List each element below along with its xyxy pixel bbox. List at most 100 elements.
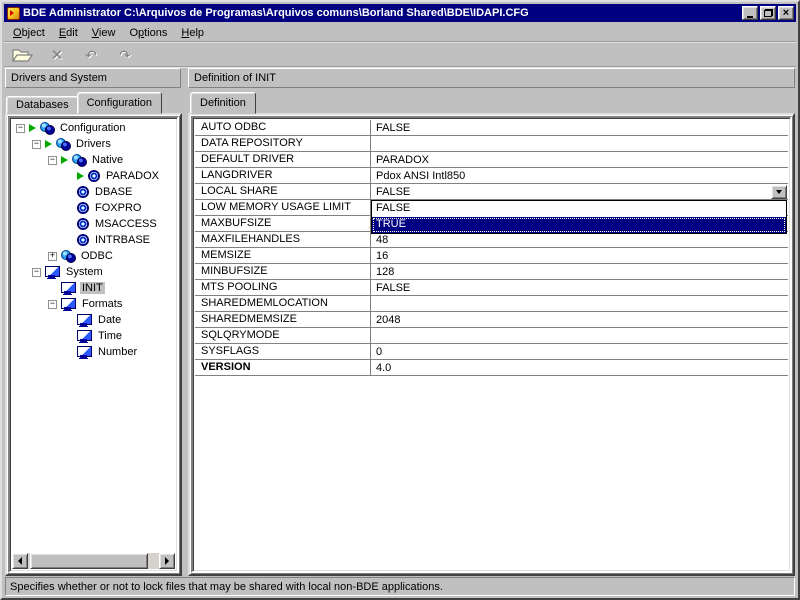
property-row-auto-odbc: AUTO ODBCFALSE xyxy=(195,120,788,136)
tree-item-number[interactable]: Number xyxy=(12,344,175,360)
property-name: LOCAL SHARE xyxy=(195,184,370,199)
folder-open-icon xyxy=(12,48,34,63)
property-name: DEFAULT DRIVER xyxy=(195,152,370,167)
property-value[interactable]: 16 xyxy=(370,248,788,263)
minimize-button[interactable] xyxy=(742,6,758,20)
property-value[interactable] xyxy=(370,296,788,311)
toolbar: ✕ ↶ ↷ xyxy=(4,43,796,67)
open-configuration-button[interactable] xyxy=(10,44,36,66)
tab-definition[interactable]: Definition xyxy=(190,92,256,114)
collapse-icon[interactable]: − xyxy=(48,300,57,309)
menu-options[interactable]: Options xyxy=(122,25,174,41)
local-share-value-combobox[interactable]: FALSE xyxy=(370,184,788,199)
tree-item-odbc[interactable]: +ODBC xyxy=(12,248,175,264)
tree-item-label: INIT xyxy=(80,282,105,294)
dropdown-option-false[interactable]: FALSE xyxy=(372,201,786,217)
window-title: BDE Administrator C:\Arquivos de Program… xyxy=(23,7,738,19)
green-arrow-icon xyxy=(29,124,36,132)
tree-item-intrbase[interactable]: INTRBASE xyxy=(12,232,175,248)
property-value[interactable] xyxy=(370,328,788,343)
dropdown-option-true[interactable]: TRUE xyxy=(372,217,786,233)
menu-object[interactable]: Object xyxy=(6,25,52,41)
property-value[interactable]: 4.0 xyxy=(370,360,788,375)
tab-databases[interactable]: Databases xyxy=(6,96,79,114)
right-panel-header: Definition of INIT xyxy=(188,68,795,88)
tab-configuration[interactable]: Configuration xyxy=(77,92,162,114)
tree-item-system[interactable]: −System xyxy=(12,264,175,280)
computer-icon xyxy=(45,266,60,279)
collapse-icon[interactable]: − xyxy=(48,156,57,165)
property-value[interactable]: FALSE xyxy=(370,280,788,295)
horizontal-scrollbar[interactable] xyxy=(12,553,175,569)
property-name: MAXFILEHANDLES xyxy=(195,232,370,247)
tree-item-label: FOXPRO xyxy=(93,202,143,214)
property-value[interactable]: FALSE xyxy=(370,120,788,135)
tree-item-label: PARADOX xyxy=(104,170,161,182)
restore-button[interactable] xyxy=(760,6,776,20)
collapse-icon[interactable]: − xyxy=(16,124,25,133)
driver-wheel-icon xyxy=(77,202,89,214)
tree-item-paradox[interactable]: PARADOX xyxy=(12,168,175,184)
computer-icon xyxy=(61,282,76,295)
menu-view[interactable]: View xyxy=(85,25,123,41)
titlebar[interactable]: BDE Administrator C:\Arquivos de Program… xyxy=(4,4,796,22)
combobox-dropdown-button[interactable] xyxy=(771,185,787,199)
expand-slot: − xyxy=(48,300,61,309)
tree-item-formats[interactable]: −Formats xyxy=(12,296,175,312)
property-value[interactable] xyxy=(370,136,788,151)
property-value[interactable]: Pdox ANSI Intl850 xyxy=(370,168,788,183)
property-value[interactable]: 0 xyxy=(370,344,788,359)
collapse-icon[interactable]: − xyxy=(32,140,41,149)
driver-wheel-icon xyxy=(77,218,89,230)
menu-edit[interactable]: Edit xyxy=(52,25,85,41)
collapse-icon[interactable]: − xyxy=(32,268,41,277)
undo-button[interactable]: ↶ xyxy=(78,44,104,66)
window-controls: × xyxy=(742,6,794,20)
tree-item-label: DBASE xyxy=(93,186,134,198)
property-name: LANGDRIVER xyxy=(195,168,370,183)
scroll-right-button[interactable] xyxy=(159,553,175,569)
left-tab-bar: DatabasesConfiguration xyxy=(6,92,160,114)
driver-wheel-icon xyxy=(88,170,100,182)
tree-item-label: Configuration xyxy=(58,122,127,134)
property-value[interactable]: 2048 xyxy=(370,312,788,327)
green-arrow-icon xyxy=(77,172,84,180)
tree-item-msaccess[interactable]: MSACCESS xyxy=(12,216,175,232)
property-value[interactable]: PARADOX xyxy=(370,152,788,167)
scroll-left-button[interactable] xyxy=(12,553,28,569)
tree-item-time[interactable]: Time xyxy=(12,328,175,344)
tree-item-foxpro[interactable]: FOXPRO xyxy=(12,200,175,216)
green-arrow-icon xyxy=(61,156,68,164)
right-triangle-icon xyxy=(165,557,169,565)
tree-item-native[interactable]: −Native xyxy=(12,152,175,168)
property-row-maxfilehandles: MAXFILEHANDLES48 xyxy=(195,232,788,248)
property-row-sharedmemlocation: SHAREDMEMLOCATION xyxy=(195,296,788,312)
minimize-icon xyxy=(747,16,753,18)
property-value[interactable]: 128 xyxy=(370,264,788,279)
property-value[interactable]: 48 xyxy=(370,232,788,247)
property-row-version: VERSION4.0 xyxy=(195,360,788,376)
property-name: LOW MEMORY USAGE LIMIT xyxy=(195,200,370,215)
property-row-data-repository: DATA REPOSITORY xyxy=(195,136,788,152)
tree-item-init[interactable]: INIT xyxy=(12,280,175,296)
bde-administrator-window: BDE Administrator C:\Arquivos de Program… xyxy=(0,0,800,600)
redo-button[interactable]: ↷ xyxy=(112,44,138,66)
database-balls-icon xyxy=(61,250,75,262)
computer-icon xyxy=(77,346,92,359)
combobox-value: FALSE xyxy=(376,186,771,198)
tree-item-date[interactable]: Date xyxy=(12,312,175,328)
scrollbar-thumb[interactable] xyxy=(30,553,148,569)
close-button[interactable]: × xyxy=(778,6,794,20)
menu-help[interactable]: Help xyxy=(174,25,211,41)
expand-icon[interactable]: + xyxy=(48,252,57,261)
close-icon: × xyxy=(783,8,789,18)
scrollbar-track[interactable] xyxy=(28,553,159,569)
delete-item-button[interactable]: ✕ xyxy=(44,44,70,66)
tree-item-label: INTRBASE xyxy=(93,234,152,246)
active-path-slot xyxy=(29,124,40,132)
green-arrow-icon xyxy=(45,140,52,148)
tree-item-drivers[interactable]: −Drivers xyxy=(12,136,175,152)
tree-item-configuration[interactable]: − Configuration xyxy=(12,120,175,136)
expand-slot: − xyxy=(32,268,45,277)
tree-item-dbase[interactable]: DBASE xyxy=(12,184,175,200)
